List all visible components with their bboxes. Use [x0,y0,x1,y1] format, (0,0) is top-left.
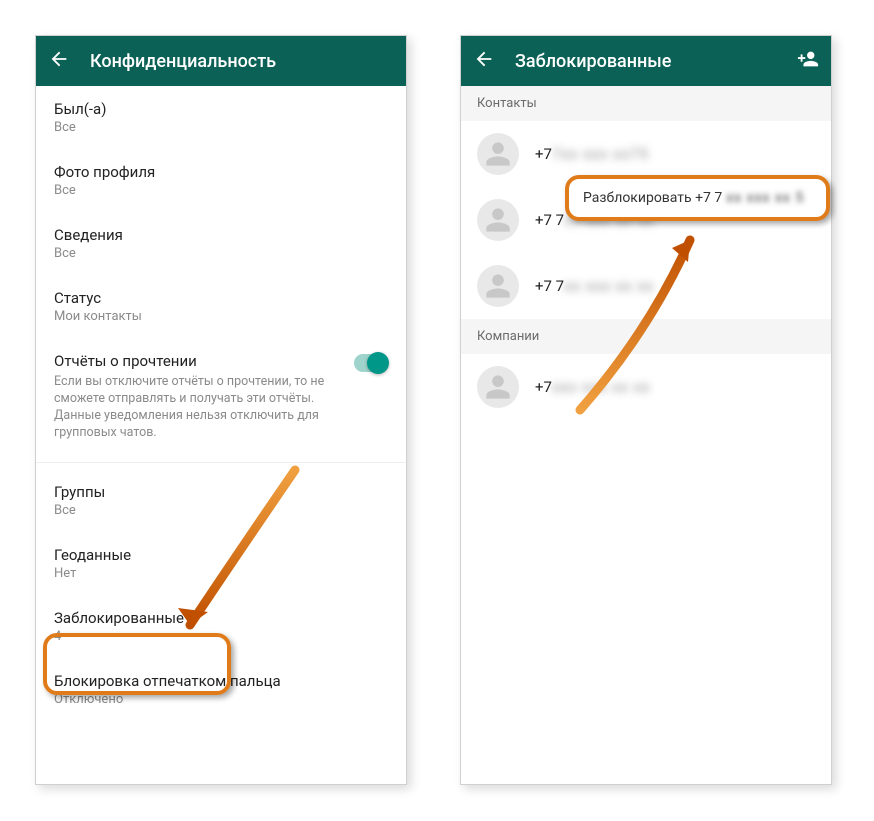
item-label: Группы [54,483,388,501]
contact-number: +7 7xx xxx xx xx [535,211,654,229]
blocked-contact-row[interactable]: +7 7xx xxx xx xx [461,253,831,319]
appbar-title: Заблокированные [515,51,777,72]
item-label: Блокировка отпечатком пальца [54,672,388,690]
item-last-seen[interactable]: Был(-а) Все [36,86,406,149]
item-live-location[interactable]: Геоданные Нет [36,532,406,595]
item-sub: Все [54,246,388,261]
item-sub: Мои контакты [54,309,388,324]
back-icon[interactable] [48,48,70,74]
unblock-masked-number: xx xxx xx 5 [726,190,804,206]
contact-number: +77xx xxx xx75 [535,145,649,163]
blocked-screen: Заблокированные Контакты +77xx xxx xx75 … [460,35,832,785]
appbar-title: Конфиденциальность [90,51,394,72]
section-contacts: Контакты [461,86,831,121]
item-profile-photo[interactable]: Фото профиля Все [36,149,406,212]
item-sub: 4 [54,629,388,644]
avatar-icon [477,199,519,241]
item-label: Геоданные [54,546,388,564]
avatar-icon [477,265,519,307]
item-label: Отчёты о прочтении [54,352,354,370]
item-label: Сведения [54,226,388,244]
item-status[interactable]: Статус Мои контакты [36,275,406,338]
item-about[interactable]: Сведения Все [36,212,406,275]
add-person-icon[interactable] [797,48,819,74]
item-label: Фото профиля [54,163,388,181]
avatar-icon [477,366,519,408]
company-number: +7xxx xxx xx xx [535,378,651,396]
avatar-icon [477,133,519,175]
item-sub: Все [54,120,388,135]
item-blocked[interactable]: Заблокированные 4 [36,595,406,658]
appbar-privacy: Конфиденциальность [36,36,406,86]
section-companies: Компании [461,319,831,354]
privacy-screen: Конфиденциальность Был(-а) Все Фото проф… [35,35,407,785]
back-icon[interactable] [473,48,495,74]
item-sub: Нет [54,566,388,581]
item-sub: Отключено [54,692,388,707]
blocked-company-row[interactable]: +7xxx xxx xx xx [461,354,831,420]
item-desc: Если вы отключите отчёты о прочтении, то… [54,374,344,442]
contact-number: +7 7xx xxx xx xx [535,277,654,295]
appbar-blocked: Заблокированные [461,36,831,86]
item-label: Статус [54,289,388,307]
item-groups[interactable]: Группы Все [36,469,406,532]
item-fingerprint-lock[interactable]: Блокировка отпечатком пальца Отключено [36,658,406,721]
read-receipts-switch[interactable] [354,354,388,372]
item-label: Заблокированные [54,609,388,627]
blocked-contact-row[interactable]: +77xx xxx xx75 [461,121,831,187]
item-read-receipts[interactable]: Отчёты о прочтении Если вы отключите отч… [36,338,406,456]
item-label: Был(-а) [54,100,388,118]
privacy-list: Был(-а) Все Фото профиля Все Сведения Вс… [36,86,406,721]
item-sub: Все [54,183,388,198]
divider [36,462,406,463]
item-sub: Все [54,503,388,518]
unblock-action-text: Разблокировать +7 7 [583,190,722,206]
